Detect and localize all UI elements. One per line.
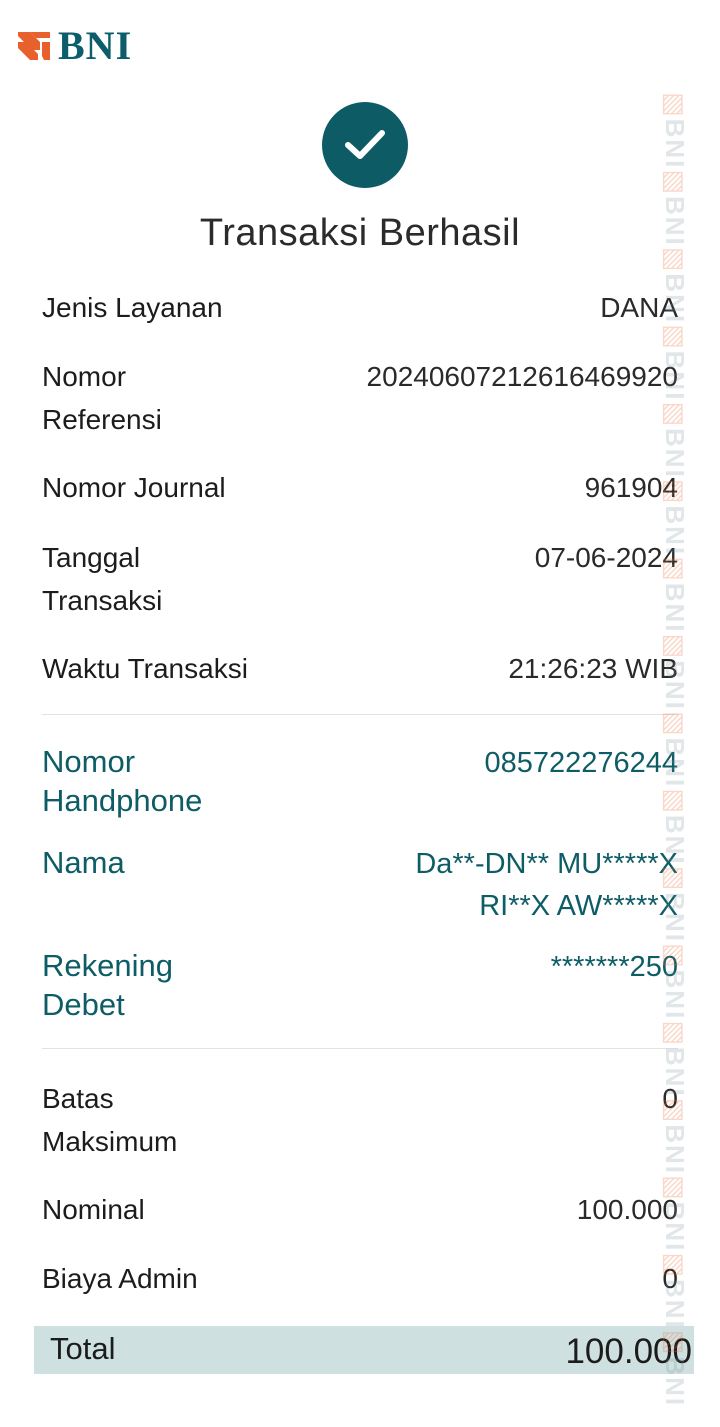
detail-label: Nomor Journal [42,472,226,503]
bni-watermark: ▧BNI▧BNI▧BNI▧BNI▧BNI▧BNI▧BNI▧BNI▧BNI▧BNI… [660,92,690,1412]
amount-label: Nominal [42,1194,145,1225]
recipient-value: Da**-DN** MU*****X RI**X AW*****X [415,848,678,922]
amount-label: Batas Maksimum [42,1083,178,1157]
recipient-value: 085722276244 [484,747,678,779]
check-icon [345,130,385,159]
detail-label: Jenis Layanan [42,292,223,323]
section-divider [42,1048,678,1049]
bni-logo-mark-icon [18,32,50,60]
detail-value: 07-06-2024 [534,542,678,573]
detail-label: Tanggal Transaksi [42,542,163,616]
detail-value: 21:26:23 WIB [508,653,678,684]
recipient-label: Rekening Debet [42,948,173,1022]
amount-label: Biaya Admin [42,1263,198,1294]
bni-logo: BNI [16,26,132,66]
total-bar: Total 100.000 [34,1326,694,1374]
bni-logo-text: BNI [58,23,133,68]
recipient-value: *******250 [550,951,678,983]
section-divider [42,714,678,715]
total-label: Total [50,1331,116,1366]
detail-label: Nomor Referensi [42,361,162,435]
recipient-label: Nama [42,845,125,880]
detail-label: Waktu Transaksi [42,653,248,684]
recipient-label: Nomor Handphone [42,744,203,818]
page-title: Transaksi Berhasil [199,212,521,254]
detail-value: 20240607212616469920 [366,361,678,392]
success-badge [322,102,408,188]
watermark-text: ▧BNI▧BNI▧BNI▧BNI▧BNI▧BNI▧BNI▧BNI▧BNI▧BNI… [660,92,690,1408]
